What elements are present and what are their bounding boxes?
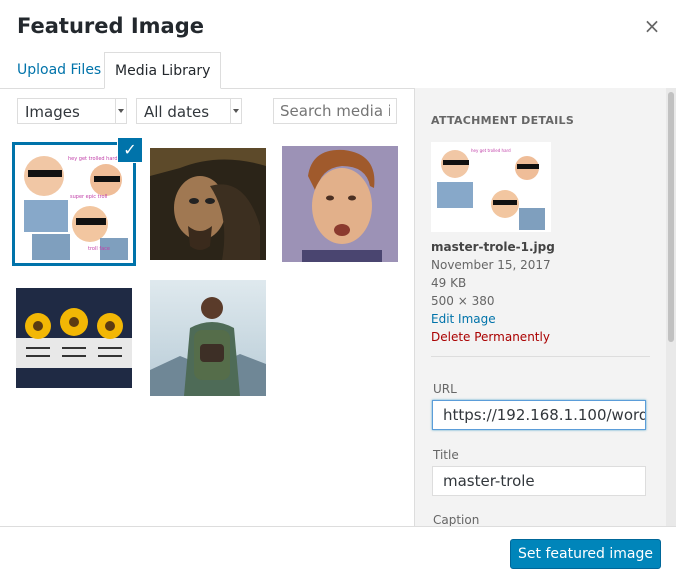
url-label: URL [433,382,457,396]
type-filter-select[interactable]: Images [17,98,127,124]
thumbnail-image [150,146,266,262]
attachment-dimensions: 500 × 380 [431,294,495,308]
attachment-filesize: 49 KB [431,276,467,290]
delete-permanently-link[interactable]: Delete Permanently [431,328,651,346]
tab-media-library[interactable]: Media Library [104,52,222,89]
close-icon[interactable]: × [642,16,662,36]
modal-title: Featured Image [17,14,204,38]
set-featured-image-button[interactable]: Set featured image [510,539,661,569]
svg-text:hey get trolled hard: hey get trolled hard [68,156,118,162]
attachment-preview: hey get trolled hard [431,142,551,232]
thumbnail-image: hey get trolled hard super epic troll tr… [16,146,132,262]
thumbnail-image [16,280,132,396]
attachment-date: November 15, 2017 [431,258,551,272]
media-item-rick[interactable] [282,146,398,262]
scrollbar-thumb[interactable] [668,92,674,342]
attachment-details-sidebar: ATTACHMENT DETAILS hey get trolled hard … [414,88,676,527]
date-filter-select[interactable]: All dates [136,98,242,124]
media-modal: Featured Image × Upload Files Media Libr… [0,0,676,587]
edit-image-link[interactable]: Edit Image [431,310,651,328]
sidebar-divider [431,356,650,357]
media-grid: hey get trolled hard super epic troll tr… [0,130,414,526]
media-item-sunflowers[interactable] [16,280,132,396]
title-label: Title [433,448,459,462]
modal-footer: Set featured image [0,526,676,587]
caption-label: Caption [433,513,480,527]
chevron-down-icon [115,99,126,123]
chevron-down-icon [230,99,241,123]
checkmark-icon[interactable]: ✓ [118,138,142,162]
date-filter-value: All dates [144,103,210,121]
svg-text:super epic troll: super epic troll [70,194,107,200]
tab-upload-files[interactable]: Upload Files [7,52,111,88]
attachment-preview-image: hey get trolled hard [431,142,551,232]
thumbnail-image [150,280,266,396]
attachment-details-heading: ATTACHMENT DETAILS [431,114,575,127]
svg-text:hey get trolled hard: hey get trolled hard [471,148,511,153]
media-toolbar: Images All dates [17,96,397,128]
modal-tabs: Upload Files Media Library [0,52,676,89]
svg-text:troll face: troll face [88,246,110,252]
sidebar-scrollbar[interactable] [666,88,676,526]
media-item-pirate[interactable] [150,146,266,262]
media-item-hiker[interactable] [150,280,266,396]
attachment-meta: master-trole-1.jpg November 15, 2017 49 … [431,238,651,346]
media-item-master-trole[interactable]: hey get trolled hard super epic troll tr… [12,142,136,266]
title-field[interactable]: master-trole [432,466,646,496]
attachment-filename: master-trole-1.jpg [431,240,555,254]
url-field[interactable]: https://192.168.1.100/word [432,400,646,430]
type-filter-value: Images [25,103,80,121]
thumbnail-image [282,146,398,262]
search-media-input[interactable] [273,98,397,124]
